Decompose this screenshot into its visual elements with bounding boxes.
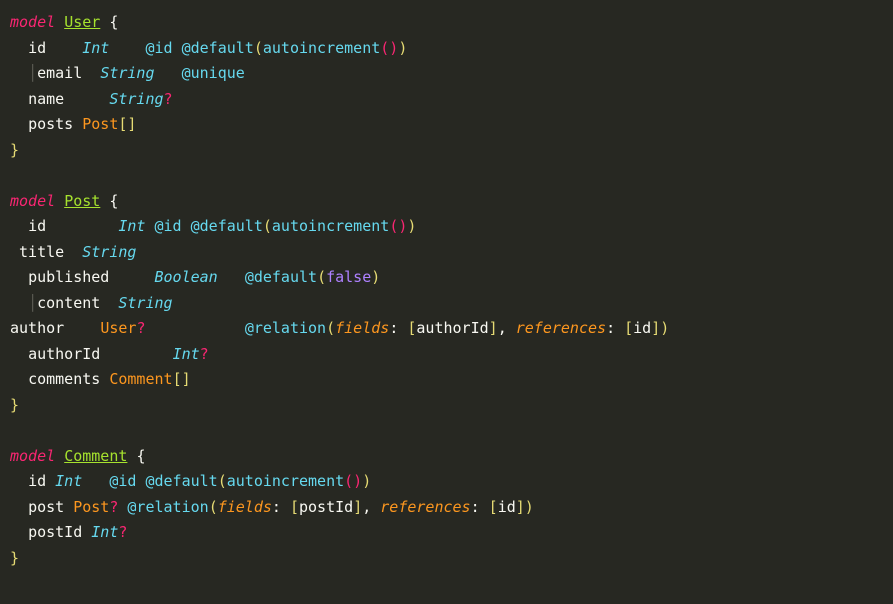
code-editor[interactable]: model User { id Int @id @default(autoinc… <box>10 10 883 571</box>
